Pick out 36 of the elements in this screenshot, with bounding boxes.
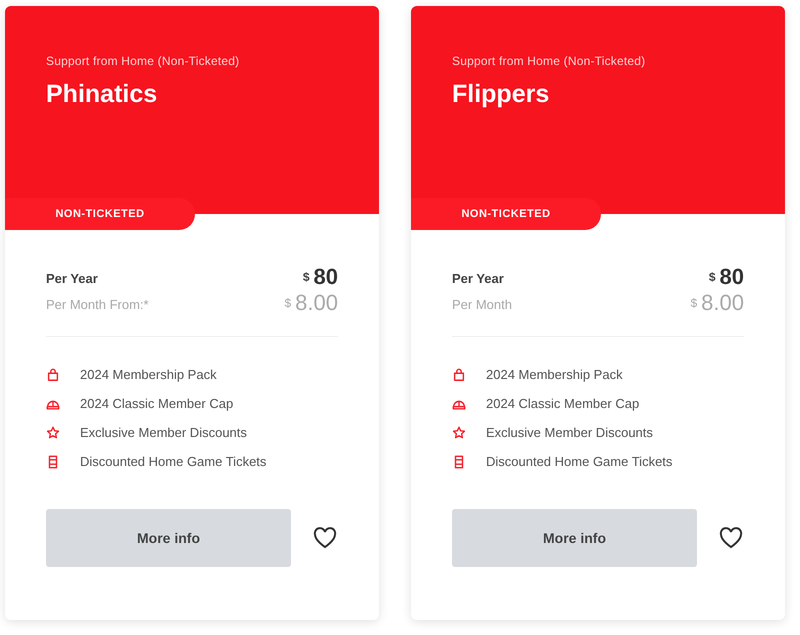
- heart-icon[interactable]: [719, 527, 743, 549]
- star-icon: [452, 426, 466, 440]
- price-value: 8.00: [701, 292, 744, 314]
- tag-badge: NON-TICKETED: [5, 198, 195, 230]
- price-label: Per Month From:*: [46, 296, 149, 314]
- feature-text: 2024 Classic Member Cap: [80, 394, 234, 413]
- feature-text: Exclusive Member Discounts: [80, 424, 247, 442]
- bag-icon: [46, 368, 60, 382]
- ticket-icon: [46, 454, 60, 468]
- feature-text: Discounted Home Game Tickets: [486, 452, 672, 471]
- card-category: Support from Home (Non-Ticketed): [452, 53, 646, 70]
- bag-icon: [452, 368, 466, 382]
- feature-text: 2024 Classic Member Cap: [486, 394, 640, 413]
- more-info-button[interactable]: More info: [452, 509, 697, 567]
- more-info-button[interactable]: More info: [46, 509, 291, 567]
- price-label: Per Year: [452, 270, 504, 288]
- star-icon: [46, 426, 60, 440]
- price-value: 80: [720, 266, 744, 288]
- currency-symbol: $: [284, 295, 292, 312]
- feature-text: Exclusive Member Discounts: [486, 424, 653, 442]
- heart-icon[interactable]: [313, 527, 337, 549]
- card-category: Support from Home (Non-Ticketed): [46, 53, 240, 70]
- currency-symbol: $: [302, 269, 310, 286]
- tag-badge: NON-TICKETED: [411, 198, 601, 230]
- currency-symbol: $: [708, 269, 716, 286]
- price-label: Per Year: [46, 270, 98, 288]
- feature-text: 2024 Membership Pack: [486, 366, 623, 384]
- card-title: Phinatics: [46, 79, 158, 110]
- card-title: Flippers: [452, 79, 550, 110]
- price-value: 8.00: [295, 292, 338, 314]
- feature-text: 2024 Membership Pack: [80, 366, 217, 384]
- feature-text: Discounted Home Game Tickets: [80, 452, 266, 471]
- price-label: Per Month: [452, 296, 512, 314]
- price-value: 80: [314, 266, 338, 288]
- ticket-icon: [452, 454, 466, 468]
- currency-symbol: $: [690, 295, 698, 312]
